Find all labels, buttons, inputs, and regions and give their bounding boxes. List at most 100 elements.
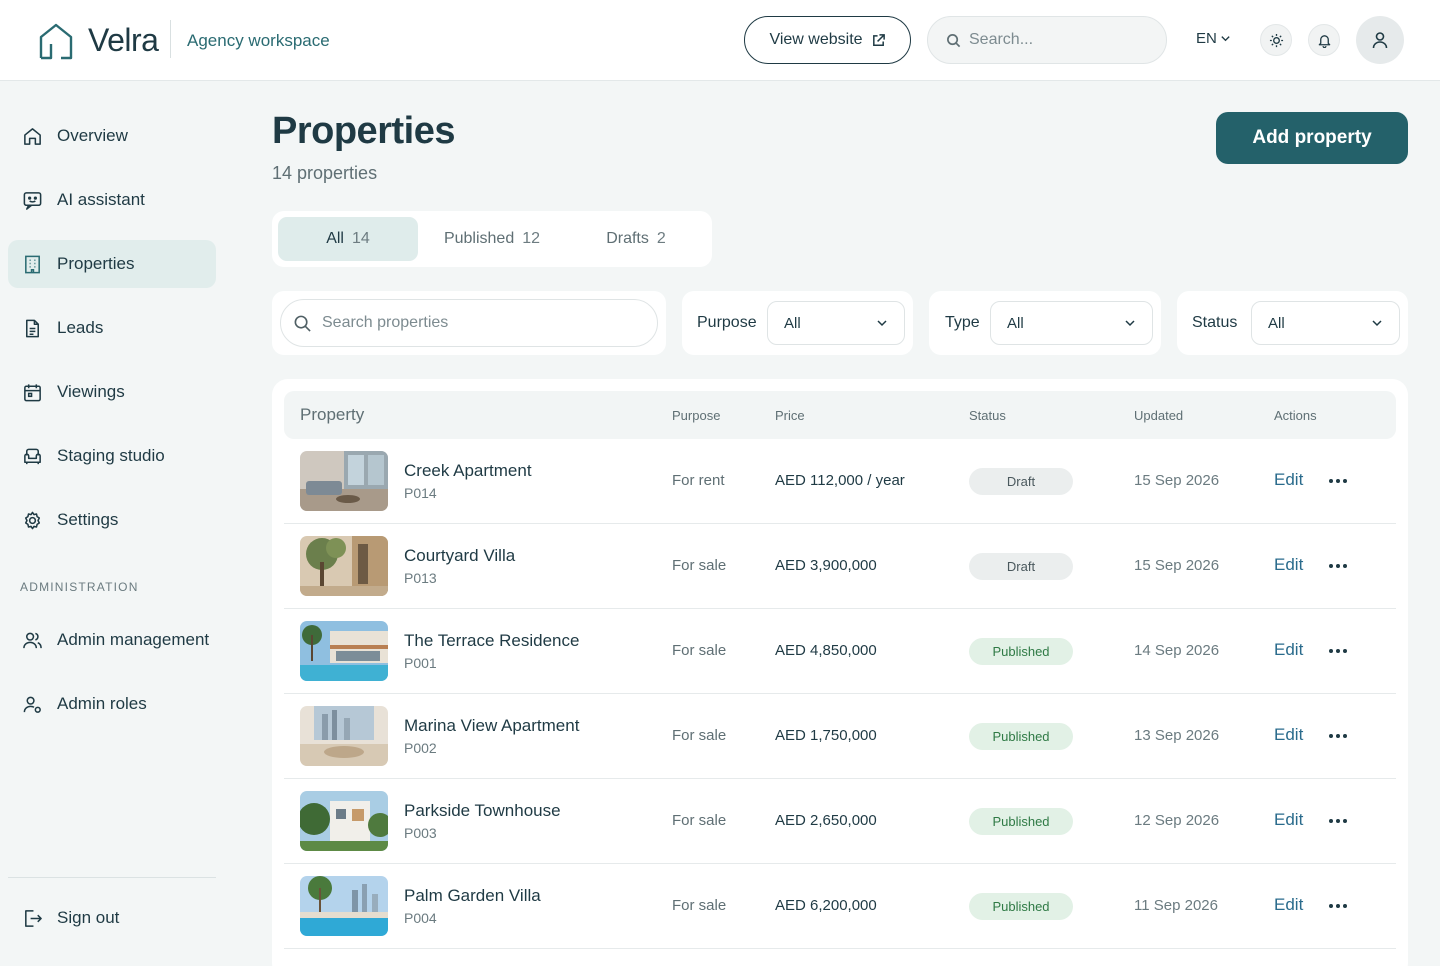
property-thumbnail[interactable]	[300, 536, 388, 596]
view-website-button[interactable]: View website	[744, 16, 911, 64]
view-website-label: View website	[769, 31, 863, 48]
column-header-updated[interactable]: Updated	[1134, 408, 1183, 423]
property-name[interactable]: Parkside Townhouse	[404, 801, 561, 821]
column-header-purpose[interactable]: Purpose	[672, 408, 720, 423]
updated-date: 14 Sep 2026	[1134, 642, 1220, 659]
edit-link[interactable]: Edit	[1274, 725, 1303, 745]
purpose-filter-label: Purpose	[697, 314, 757, 331]
chevron-down-icon	[877, 320, 887, 327]
document-icon	[26, 319, 39, 337]
sidebar-item-viewings[interactable]: Viewings	[8, 368, 216, 416]
property-code: P014	[404, 485, 437, 501]
home-icon	[24, 127, 41, 145]
status-filter-label: Status	[1192, 314, 1238, 331]
sidebar-item-label: Admin roles	[57, 694, 147, 713]
updated-date: 13 Sep 2026	[1134, 727, 1220, 744]
logo[interactable]	[38, 22, 74, 60]
tab-count: 2	[656, 230, 666, 247]
user-role-icon	[23, 696, 41, 713]
page-title: Properties	[272, 110, 455, 152]
chevron-down-icon	[1221, 36, 1230, 42]
purpose-filter-box: Purpose All	[682, 291, 913, 355]
property-thumbnail[interactable]	[300, 876, 388, 936]
property-code: P004	[404, 910, 437, 926]
purpose-select-value: All	[784, 314, 801, 332]
property-code: P003	[404, 825, 437, 841]
sidebar-item-label: Staging studio	[57, 446, 165, 465]
theme-toggle-button[interactable]	[1260, 24, 1292, 56]
sidebar-item-properties[interactable]: Properties	[8, 240, 216, 288]
language-selector[interactable]: EN	[1196, 30, 1231, 47]
tab-drafts[interactable]: Drafts 2	[566, 217, 706, 261]
sidebar-item-staging-studio[interactable]: Staging studio	[8, 432, 216, 480]
sidebar-item-label: Overview	[57, 126, 128, 145]
brand-name: Velra	[88, 22, 159, 58]
column-header-price[interactable]: Price	[775, 408, 805, 423]
property-thumbnail[interactable]	[300, 621, 388, 681]
property-thumbnail[interactable]	[300, 791, 388, 851]
property-thumbnail[interactable]	[300, 451, 388, 511]
sign-out-icon	[25, 909, 42, 927]
type-select[interactable]: All	[990, 301, 1153, 345]
property-search-placeholder: Search properties	[322, 314, 449, 331]
edit-link[interactable]: Edit	[1274, 555, 1303, 575]
tab-label: Published	[443, 230, 515, 247]
table-row[interactable]: Creek Apartment P014 For rent AED 112,00…	[284, 439, 1396, 524]
column-header-status[interactable]: Status	[969, 408, 1006, 423]
workspace-label: Agency workspace	[187, 31, 330, 50]
edit-link[interactable]: Edit	[1274, 895, 1303, 915]
marina-apartment-image	[300, 706, 388, 766]
table-row[interactable]: Marina View Apartment P002 For sale AED …	[284, 694, 1396, 779]
sidebar-item-admin-roles[interactable]: Admin roles	[8, 680, 216, 728]
status-badge: Draft	[969, 468, 1073, 495]
search-icon	[294, 315, 311, 332]
add-property-button[interactable]: Add property	[1216, 112, 1408, 164]
brand-divider	[170, 20, 171, 58]
status-select[interactable]: All	[1251, 301, 1400, 345]
sign-out-button[interactable]: Sign out	[8, 894, 216, 942]
property-code: P013	[404, 570, 437, 586]
property-name[interactable]: Palm Garden Villa	[404, 886, 541, 906]
sidebar-item-overview[interactable]: Overview	[8, 112, 216, 160]
property-name[interactable]: The Terrace Residence	[404, 631, 579, 651]
purpose-select[interactable]: All	[767, 301, 905, 345]
type-filter-box: Type All	[929, 291, 1161, 355]
notifications-button[interactable]	[1308, 24, 1340, 56]
edit-link[interactable]: Edit	[1274, 640, 1303, 660]
more-options-icon[interactable]	[1326, 471, 1350, 491]
sidebar-item-ai-assistant[interactable]: AI assistant	[8, 176, 216, 224]
property-thumbnail[interactable]	[300, 706, 388, 766]
more-options-icon[interactable]	[1326, 896, 1350, 916]
property-price: AED 4,850,000	[775, 642, 877, 659]
table-row[interactable]: Courtyard Villa P013 For sale AED 3,900,…	[284, 524, 1396, 609]
gear-icon	[24, 511, 41, 529]
edit-link[interactable]: Edit	[1274, 470, 1303, 490]
updated-date: 15 Sep 2026	[1134, 472, 1220, 489]
property-name[interactable]: Creek Apartment	[404, 461, 532, 481]
column-header-property[interactable]: Property	[300, 405, 364, 425]
more-options-icon[interactable]	[1326, 811, 1350, 831]
status-filter-box: Status All	[1177, 291, 1408, 355]
user-avatar-button[interactable]	[1356, 16, 1404, 64]
more-options-icon[interactable]	[1326, 641, 1350, 661]
more-options-icon[interactable]	[1326, 726, 1350, 746]
sidebar-item-leads[interactable]: Leads	[8, 304, 216, 352]
top-bar: Velra Agency workspace View website Sear…	[0, 0, 1440, 81]
type-filter-label: Type	[945, 314, 980, 331]
tab-published[interactable]: Published 12	[422, 217, 562, 261]
table-row[interactable]: Parkside Townhouse P003 For sale AED 2,6…	[284, 779, 1396, 864]
edit-link[interactable]: Edit	[1274, 810, 1303, 830]
property-name[interactable]: Marina View Apartment	[404, 716, 579, 736]
sidebar-item-settings[interactable]: Settings	[8, 496, 216, 544]
more-options-icon[interactable]	[1326, 556, 1350, 576]
property-name[interactable]: Courtyard Villa	[404, 546, 515, 566]
tab-all[interactable]: All 14	[278, 217, 418, 261]
sidebar-item-admin-management[interactable]: Admin management	[8, 616, 216, 664]
property-search-input[interactable]: Search properties	[280, 299, 658, 347]
table-row[interactable]: The Terrace Residence P001 For sale AED …	[284, 609, 1396, 694]
administration-heading: ADMINISTRATION	[20, 580, 139, 594]
properties-count: 14 properties	[272, 163, 378, 183]
table-row[interactable]: Palm Garden Villa P004 For sale AED 6,20…	[284, 864, 1396, 949]
users-icon	[23, 632, 42, 648]
global-search-input[interactable]: Search...	[927, 16, 1167, 64]
